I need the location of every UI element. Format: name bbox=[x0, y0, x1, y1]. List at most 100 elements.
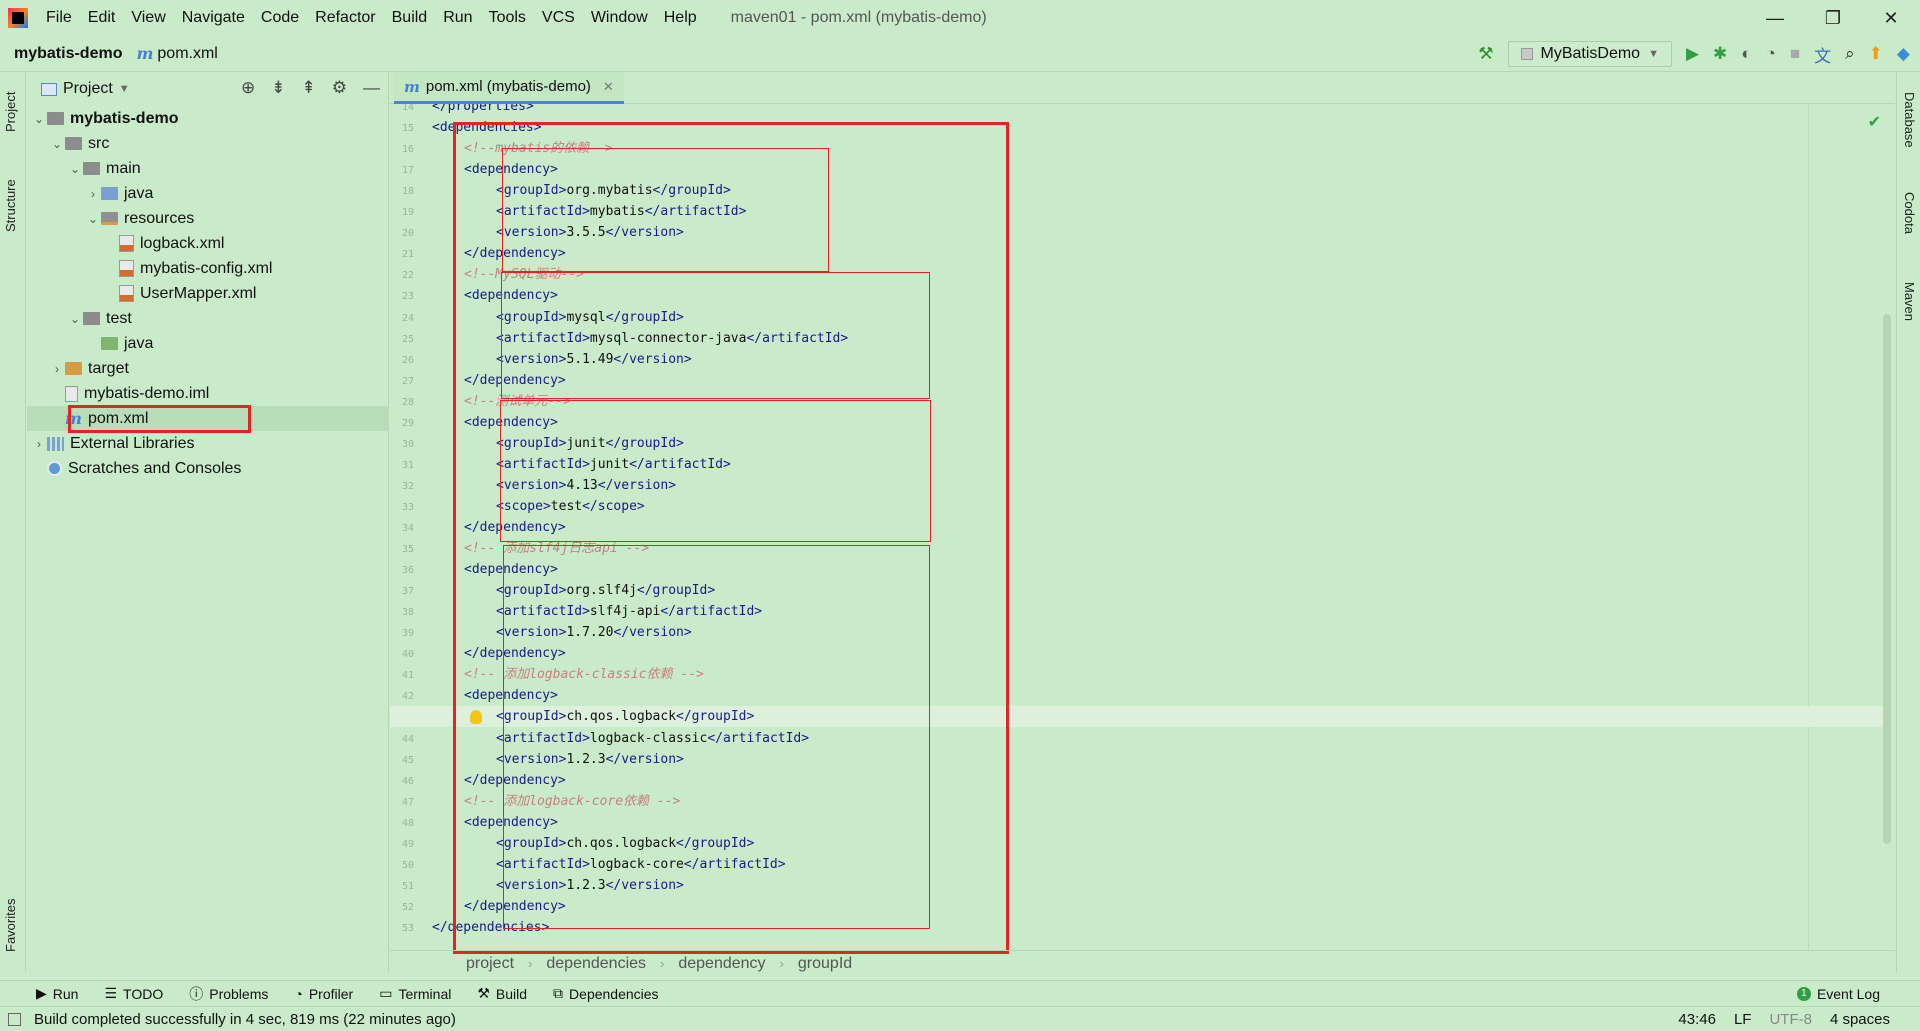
close-icon[interactable]: ✕ bbox=[603, 79, 614, 95]
translate-icon[interactable]: 文 bbox=[1814, 42, 1831, 67]
annotation-box-mysql bbox=[501, 272, 930, 399]
tree-item-label: target bbox=[88, 359, 129, 377]
menu-code[interactable]: Code bbox=[253, 9, 307, 27]
maven-tool-tab[interactable]: Maven bbox=[1902, 282, 1917, 321]
jetbrains-toolbox-icon[interactable]: ◆ bbox=[1897, 44, 1910, 64]
menu-build[interactable]: Build bbox=[384, 9, 436, 27]
tree-item[interactable]: ⌄ resources bbox=[27, 206, 389, 231]
breadcrumb-separator-icon: › bbox=[528, 956, 533, 971]
tool-problems[interactable]: ⓘ Problems bbox=[189, 984, 268, 1004]
chevron-down-icon[interactable]: ⌄ bbox=[67, 312, 83, 326]
tree-item-label: resources bbox=[124, 209, 195, 227]
tool-todo[interactable]: ☰ TODO bbox=[104, 985, 163, 1002]
chevron-right-icon[interactable]: › bbox=[31, 437, 47, 451]
debug-icon[interactable]: ✱ bbox=[1713, 44, 1727, 64]
status-panel-toggle-icon[interactable] bbox=[8, 1012, 21, 1026]
tool-dependencies-label: Dependencies bbox=[569, 985, 659, 1002]
chevron-down-icon[interactable]: ⌄ bbox=[67, 162, 83, 176]
tree-item-label: main bbox=[106, 159, 141, 177]
event-log-button[interactable]: 1 Event Log bbox=[1796, 985, 1880, 1002]
list-icon: ☰ bbox=[104, 985, 118, 1001]
nav-project-name[interactable]: mybatis-demo bbox=[14, 45, 122, 63]
tool-build[interactable]: ⚒ Build bbox=[477, 985, 527, 1002]
inspection-ok-icon[interactable]: ✔ bbox=[1868, 112, 1881, 132]
breadcrumb-item[interactable]: project bbox=[466, 955, 514, 973]
breadcrumb-item[interactable]: groupId bbox=[798, 955, 852, 973]
tree-item-label: mybatis-demo.iml bbox=[84, 384, 210, 402]
menu-help[interactable]: Help bbox=[656, 9, 705, 27]
tree-item[interactable]: › target bbox=[27, 356, 389, 381]
menu-refactor[interactable]: Refactor bbox=[307, 9, 383, 27]
chevron-down-icon[interactable]: ⌄ bbox=[49, 137, 65, 151]
breadcrumb-item[interactable]: dependencies bbox=[546, 955, 646, 973]
coverage-icon[interactable]: ◐ bbox=[1741, 44, 1751, 64]
menu-navigate[interactable]: Navigate bbox=[174, 9, 253, 27]
nav-file[interactable]: m pom.xml bbox=[136, 44, 217, 63]
favorites-tool-tab[interactable]: Favorites bbox=[3, 899, 18, 952]
database-tool-tab[interactable]: Database bbox=[1902, 92, 1917, 148]
tree-item[interactable]: › java bbox=[27, 181, 389, 206]
tree-item[interactable]: java bbox=[27, 331, 389, 356]
restore-button[interactable]: ❐ bbox=[1804, 0, 1862, 36]
tool-profiler[interactable]: ◔ Profiler bbox=[294, 986, 353, 1002]
tree-item[interactable]: Scratches and Consoles bbox=[27, 456, 389, 481]
breadcrumb-separator-icon: › bbox=[660, 956, 665, 971]
run-icon[interactable]: ▶ bbox=[1686, 44, 1699, 64]
tree-item[interactable]: ⌄ test bbox=[27, 306, 389, 331]
chevron-right-icon[interactable]: › bbox=[85, 187, 101, 201]
tree-item[interactable]: ⌄ mybatis-demo bbox=[27, 106, 389, 131]
tab-pom-xml[interactable]: m pom.xml (mybatis-demo) ✕ bbox=[394, 72, 624, 104]
indent-setting[interactable]: 4 spaces bbox=[1830, 1011, 1890, 1028]
tree-item[interactable]: › External Libraries bbox=[27, 431, 389, 456]
menu-window[interactable]: Window bbox=[583, 9, 656, 27]
close-window-button[interactable]: ✕ bbox=[1862, 0, 1920, 36]
codota-tool-tab[interactable]: Codota bbox=[1902, 192, 1917, 234]
tree-item[interactable]: ⌄ main bbox=[27, 156, 389, 181]
tree-item[interactable]: ⌄ src bbox=[27, 131, 389, 156]
tool-terminal[interactable]: ▭ Terminal bbox=[379, 985, 451, 1002]
search-icon[interactable]: ⌕ bbox=[1845, 44, 1855, 64]
run-config-label: MyBatisDemo bbox=[1540, 45, 1641, 62]
editor-scrollbar[interactable] bbox=[1883, 314, 1891, 844]
file-encoding[interactable]: UTF-8 bbox=[1769, 1011, 1812, 1028]
tree-item[interactable]: logback.xml bbox=[27, 231, 389, 256]
tool-run[interactable]: ▶ Run bbox=[36, 985, 78, 1002]
menu-run[interactable]: Run bbox=[435, 9, 480, 27]
build-hammer-icon[interactable]: ⚒ bbox=[1478, 44, 1493, 64]
minimize-button[interactable]: — bbox=[1746, 0, 1804, 36]
chevron-down-icon[interactable]: ⌄ bbox=[31, 112, 47, 126]
tree-item-label: Scratches and Consoles bbox=[68, 459, 242, 477]
hide-icon[interactable]: — bbox=[363, 78, 380, 98]
tab-label: pom.xml (mybatis-demo) bbox=[425, 78, 591, 95]
stop-icon[interactable]: ■ bbox=[1790, 44, 1800, 64]
locate-icon[interactable]: ⊕ bbox=[241, 78, 255, 98]
update-icon[interactable]: ⬆ bbox=[1869, 44, 1883, 64]
annotation-box-junit bbox=[500, 400, 931, 542]
menu-vcs[interactable]: VCS bbox=[534, 9, 583, 27]
line-separator[interactable]: LF bbox=[1734, 1011, 1752, 1028]
menu-edit[interactable]: Edit bbox=[80, 9, 124, 27]
tree-item[interactable]: mybatis-demo.iml bbox=[27, 381, 389, 406]
breadcrumb-item[interactable]: dependency bbox=[678, 955, 765, 973]
chevron-down-icon[interactable]: ⌄ bbox=[85, 212, 101, 226]
chevron-right-icon[interactable]: › bbox=[49, 362, 65, 376]
caret-position[interactable]: 43:46 bbox=[1678, 1011, 1716, 1028]
run-config-selector[interactable]: MyBatisDemo ▼ bbox=[1507, 41, 1672, 67]
menu-file[interactable]: File bbox=[38, 9, 80, 27]
status-message[interactable]: Build completed successfully in 4 sec, 8… bbox=[34, 1011, 456, 1028]
structure-tool-tab[interactable]: Structure bbox=[3, 179, 18, 232]
project-tool-tab[interactable]: Project bbox=[3, 92, 18, 132]
terminal-icon: ▭ bbox=[379, 985, 393, 1001]
tree-item[interactable]: UserMapper.xml bbox=[27, 281, 389, 306]
collapse-all-icon[interactable]: ⇞ bbox=[302, 78, 316, 98]
event-log-label: Event Log bbox=[1816, 985, 1880, 1002]
navigation-bar: mybatis-demo m pom.xml ⚒ MyBatisDemo ▼ ▶… bbox=[0, 36, 1920, 72]
expand-all-icon[interactable]: ⇟ bbox=[271, 78, 285, 98]
gear-icon[interactable]: ⚙ bbox=[332, 78, 347, 98]
menu-view[interactable]: View bbox=[123, 9, 173, 27]
run-icon: ▶ bbox=[36, 985, 47, 1001]
tree-item[interactable]: mybatis-config.xml bbox=[27, 256, 389, 281]
tool-dependencies[interactable]: ⧉ Dependencies bbox=[553, 985, 659, 1002]
profile-icon[interactable]: ◔ bbox=[1766, 44, 1776, 64]
menu-tools[interactable]: Tools bbox=[481, 9, 534, 27]
